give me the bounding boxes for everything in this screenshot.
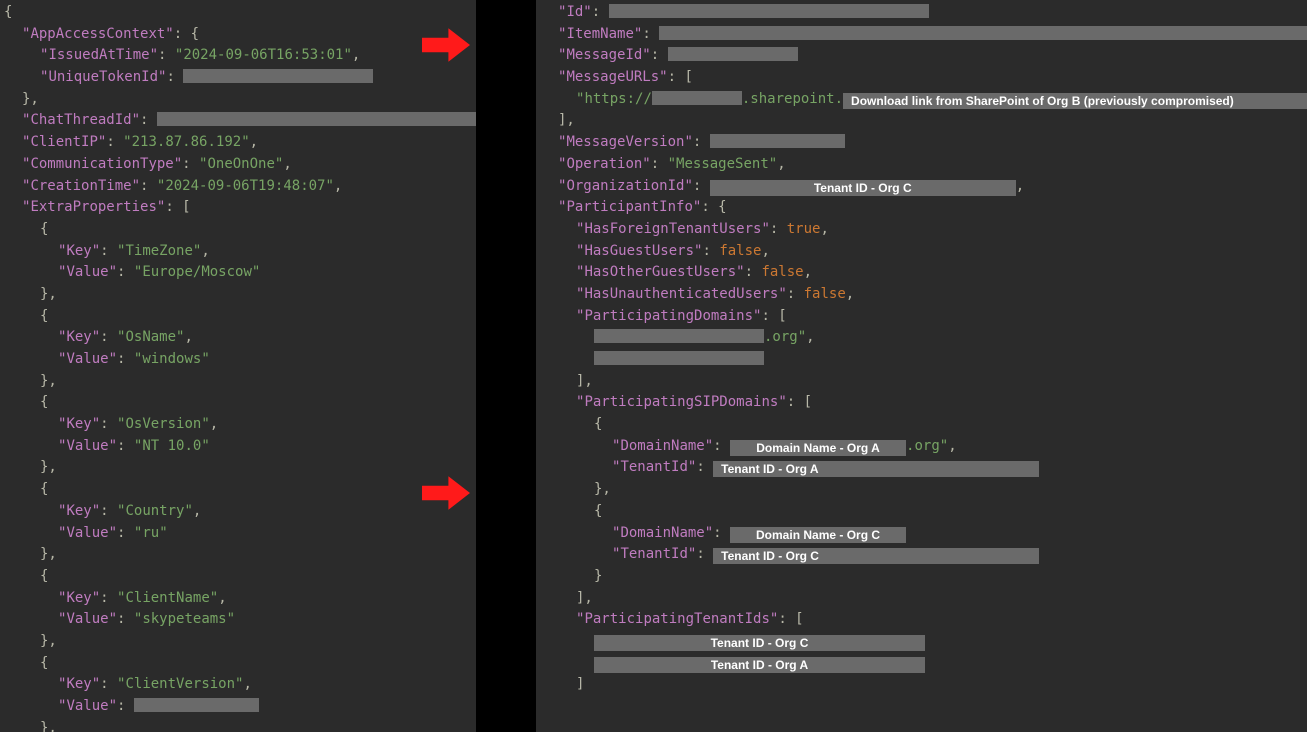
annotation-orgid: Tenant ID - Org C	[710, 180, 1016, 196]
arrow-icon	[422, 476, 470, 510]
page: { "AppAccessContext": { "IssuedAtTime": …	[0, 0, 1307, 732]
annotation-sharepoint: Download link from SharePoint of Org B (…	[843, 93, 1307, 109]
arrow-icon	[422, 28, 470, 62]
annotation-domain-a: Domain Name - Org A	[730, 440, 906, 456]
annotation-tenantid-1: Tenant ID - Org C	[594, 635, 925, 651]
json-pane-left: { "AppAccessContext": { "IssuedAtTime": …	[0, 0, 476, 732]
annotation-tenantid-2: Tenant ID - Org A	[594, 657, 925, 673]
json-pane-right: "Id": "ItemName": "MessageId": "MessageU…	[536, 0, 1307, 732]
annotation-domain-c: Domain Name - Org C	[730, 527, 906, 543]
annotation-tenant-c: Tenant ID - Org C	[713, 548, 1039, 564]
annotation-tenant-a: Tenant ID - Org A	[713, 461, 1039, 477]
